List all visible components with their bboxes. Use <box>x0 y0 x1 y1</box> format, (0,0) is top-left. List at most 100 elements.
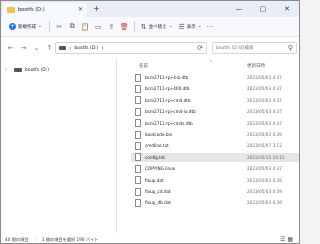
title-bar: bootfs (D:) ✕ + — ▢ ✕ <box>1 1 299 17</box>
sort-button[interactable]: ⇅ 並べ替え ⌄ <box>138 20 176 34</box>
file-icon <box>135 141 141 150</box>
file-icon <box>135 84 141 93</box>
file-date: 2023/05/03 4:39 <box>247 200 282 206</box>
rename-icon[interactable]: ▭ <box>92 20 105 34</box>
file-name: bcm2711-rpi-400.dtb <box>145 86 190 92</box>
search-input[interactable]: bootfs (D:)の検索 ⚲ <box>212 42 297 54</box>
file-name: fixup_cd.dat <box>145 189 171 194</box>
file-name: bcm2711-rpi-cm4-io.dtb <box>145 109 196 115</box>
file-row[interactable]: bcm2711-rpi-4-b.dtb 2023/05/03 4:37 <box>131 73 299 82</box>
back-icon[interactable]: ← <box>5 42 16 54</box>
divider <box>48 21 50 32</box>
file-name: bcm2711-rpi-4-b.dtb <box>145 75 189 80</box>
address-path[interactable]: bootfs (D:) <box>74 46 98 51</box>
nav-item-label: bootfs (D:) <box>25 67 49 73</box>
file-icon <box>135 73 141 82</box>
file-name: fixup.dat <box>145 177 164 183</box>
file-row[interactable]: config.txt 2023/05/15 10:15 <box>131 152 299 162</box>
maximize-button[interactable]: ▢ <box>251 1 275 17</box>
command-bar: + 新規作成 ⌄ ✂ ⧉ 📋 ▭ ⇪ 🗑 ⇅ 並べ替え ⌄ ☰ 表示 ⌄ ··· <box>1 17 299 37</box>
file-name: fixup_db.dat <box>145 200 172 206</box>
paste-icon[interactable]: 📋 <box>79 20 92 34</box>
close-tab-icon[interactable]: ✕ <box>78 6 83 13</box>
refresh-icon[interactable]: ⟳ <box>197 44 203 52</box>
file-date: 2023/05/03 4:37 <box>247 120 282 126</box>
file-icon <box>135 164 141 173</box>
file-row[interactable]: bootcode.bin 2023/05/03 4:39 <box>131 130 299 139</box>
window-controls: — ▢ ✕ <box>227 1 299 17</box>
file-name: cmdline.txt <box>145 143 169 149</box>
more-options-icon[interactable]: ··· <box>207 23 214 31</box>
share-icon[interactable]: ⇪ <box>105 20 118 34</box>
status-bar: 40 個の項目 | 1 個の項目を選択 190 バイト ☰ ▦ <box>1 234 299 243</box>
file-date: 2023/05/07 3:12 <box>247 143 282 149</box>
file-name: COPYING.linux <box>145 166 176 172</box>
divider <box>133 21 135 32</box>
file-date: 2023/05/03 4:37 <box>247 97 282 103</box>
file-date: 2023/05/03 4:37 <box>247 166 282 172</box>
history-chevron-icon[interactable]: ⌄ <box>31 42 42 54</box>
column-date-header[interactable]: 更新日時 <box>247 63 265 69</box>
sort-arrow-icon: ⌃ <box>209 60 214 66</box>
file-icon <box>135 153 141 162</box>
file-row[interactable]: bcm2711-rpi-cm4-io.dtb 2023/05/03 4:37 <box>131 107 299 116</box>
view-toggle-icons[interactable]: ☰ ▦ <box>280 236 293 243</box>
file-name: bootcode.bin <box>145 132 173 137</box>
file-name: config.txt <box>145 154 165 160</box>
navigation-pane: › bootfs (D:) <box>1 59 117 233</box>
file-row[interactable]: cmdline.txt 2023/05/07 3:12 <box>131 141 299 150</box>
close-button[interactable]: ✕ <box>275 1 299 17</box>
file-date: 2023/05/03 4:39 <box>247 132 282 137</box>
chevron-down-icon: ⌄ <box>38 24 42 29</box>
file-list: ⌃ 名前 更新日時 bcm2711-rpi-4-b.dtb 2023/05/03 … <box>119 59 299 233</box>
view-label: 表示 <box>186 24 196 30</box>
file-icon <box>135 130 141 139</box>
file-row[interactable]: fixup.dat 2023/05/03 4:39 <box>131 176 299 185</box>
file-name: bcm2711-rpi-cm4s.dtb <box>145 120 193 126</box>
minimize-button[interactable]: — <box>227 1 251 17</box>
selection-info: 1 個の項目を選択 190 バイト <box>41 236 99 242</box>
file-icon <box>135 96 141 105</box>
file-date: 2023/05/03 4:37 <box>247 75 282 80</box>
file-date: 2023/05/15 10:15 <box>247 154 285 160</box>
chevron-down-icon: ⌄ <box>168 24 173 29</box>
chevron-down-icon: ⌄ <box>197 24 202 29</box>
up-icon[interactable]: ↑ <box>44 42 55 54</box>
chevron-right-icon[interactable]: › <box>5 67 11 73</box>
drive-icon <box>7 7 15 13</box>
explorer-window: bootfs (D:) ✕ + — ▢ ✕ + 新規作成 ⌄ ✂ ⧉ 📋 ▭ ⇪… <box>0 0 300 244</box>
chevron-right-icon: › <box>69 44 72 52</box>
file-row[interactable]: COPYING.linux 2023/05/03 4:37 <box>131 164 299 173</box>
file-date: 2023/05/03 4:37 <box>247 86 282 92</box>
file-row[interactable]: fixup_cd.dat 2023/05/03 4:39 <box>131 187 299 196</box>
file-row[interactable]: fixup_db.dat 2023/05/03 4:39 <box>131 198 299 207</box>
address-row: ← → ⌄ ↑ › bootfs (D:) › ⟳ bootfs (D:)の検索… <box>1 38 299 58</box>
file-icon <box>135 107 141 116</box>
search-icon: ⚲ <box>287 44 293 52</box>
view-button[interactable]: ☰ 表示 ⌄ <box>175 20 204 34</box>
copy-icon[interactable]: ⧉ <box>66 20 79 34</box>
view-icon: ☰ <box>178 22 185 31</box>
new-tab-button[interactable]: + <box>93 4 100 13</box>
file-row[interactable]: bcm2711-rpi-cm4s.dtb 2023/05/03 4:37 <box>131 119 299 128</box>
tab-bootfs[interactable]: bootfs (D:) ✕ <box>3 3 87 17</box>
forward-icon[interactable]: → <box>18 42 29 54</box>
new-button[interactable]: + 新規作成 ⌄ <box>5 20 46 34</box>
address-bar[interactable]: › bootfs (D:) › ⟳ <box>55 42 207 54</box>
file-row[interactable]: bcm2711-rpi-cm4.dtb 2023/05/03 4:37 <box>131 96 299 105</box>
file-name: bcm2711-rpi-cm4.dtb <box>145 97 191 103</box>
tab-title: bootfs (D:) <box>18 7 45 13</box>
chevron-right-icon: › <box>101 44 104 52</box>
drive-icon <box>14 68 22 72</box>
cut-icon[interactable]: ✂ <box>53 20 66 34</box>
new-label: 新規作成 <box>18 24 36 30</box>
column-name-header[interactable]: 名前 <box>139 63 148 69</box>
sort-icon: ⇅ <box>140 22 147 31</box>
file-row[interactable]: bcm2711-rpi-400.dtb 2023/05/03 4:37 <box>131 84 299 93</box>
divider: | <box>34 237 36 242</box>
nav-item-bootfs[interactable]: › bootfs (D:) <box>5 65 113 75</box>
column-headers: ⌃ 名前 更新日時 <box>131 60 299 71</box>
file-date: 2023/05/03 4:39 <box>247 189 282 194</box>
plus-icon: + <box>9 23 16 30</box>
delete-icon[interactable]: 🗑 <box>118 20 131 34</box>
